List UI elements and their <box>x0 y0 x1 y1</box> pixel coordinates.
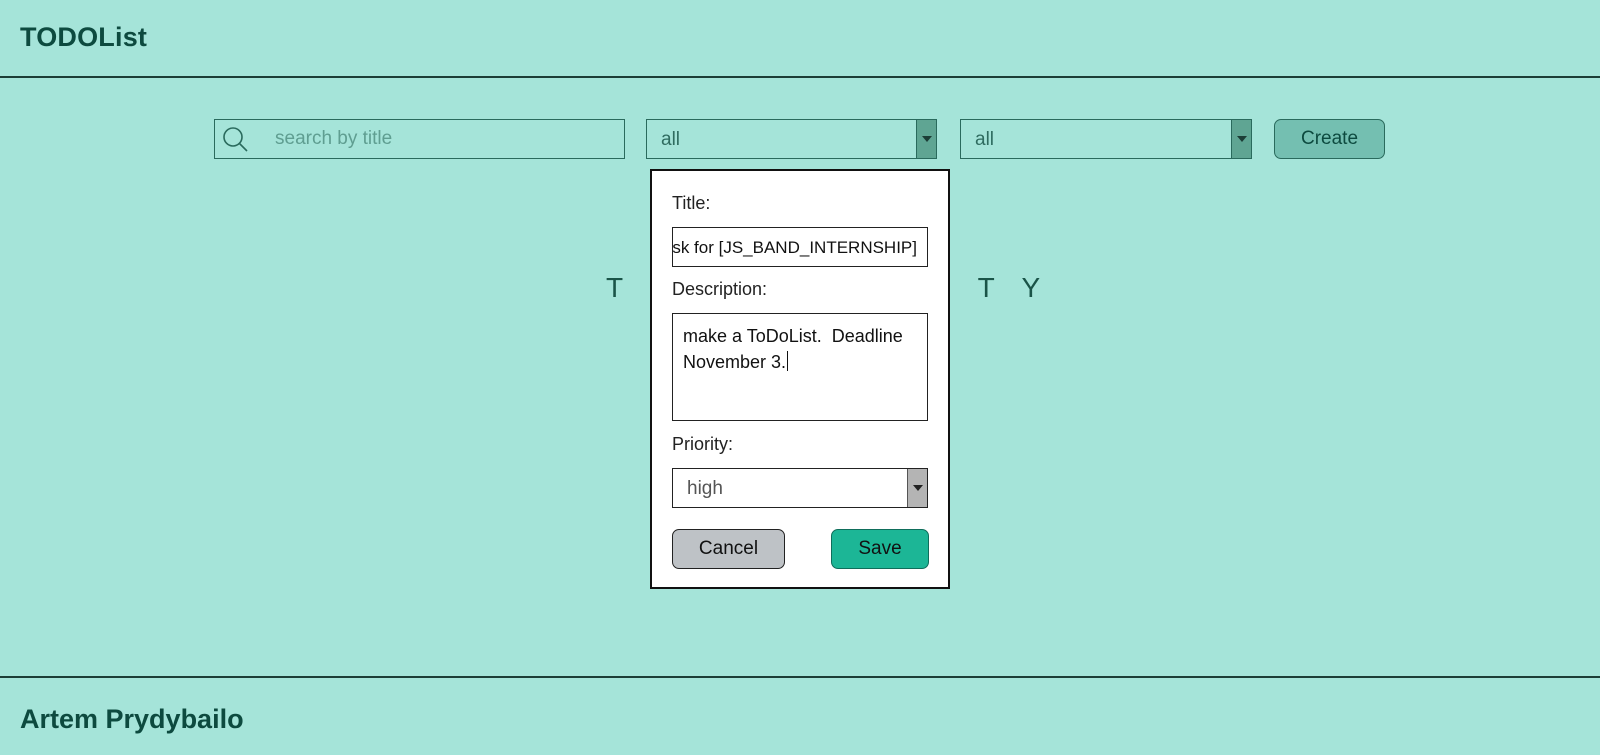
status-filter-value: all <box>661 129 681 150</box>
app-header: TODOList <box>0 0 1600 78</box>
priority-filter-value: all <box>975 129 995 150</box>
create-button[interactable]: Create <box>1274 119 1385 159</box>
description-label: Description: <box>672 279 768 299</box>
app-footer: Artem Prydybailo <box>0 676 1600 755</box>
cancel-button[interactable]: Cancel <box>672 529 785 569</box>
edit-task-modal: Title: ask for [JS_BAND_INTERNSHIP] Desc… <box>650 169 950 589</box>
empty-list-message-right: T Y <box>977 272 1051 303</box>
title-input[interactable]: ask for [JS_BAND_INTERNSHIP] <box>672 227 928 267</box>
search-input[interactable] <box>275 120 615 158</box>
search-box[interactable] <box>214 119 625 159</box>
priority-label: Priority: <box>672 434 734 454</box>
title-label: Title: <box>672 193 711 213</box>
status-filter-select[interactable]: all <box>646 119 937 159</box>
chevron-down-icon[interactable] <box>907 469 927 507</box>
text-caret <box>787 351 789 371</box>
description-textarea[interactable]: make a ToDoList. Deadline November 3. <box>672 313 928 421</box>
description-value: make a ToDoList. Deadline November 3. <box>683 326 908 372</box>
title-input-value: ask for [JS_BAND_INTERNSHIP] <box>672 238 917 257</box>
chevron-down-icon[interactable] <box>916 120 936 158</box>
app-title: TODOList <box>20 22 148 52</box>
save-button[interactable]: Save <box>831 529 929 569</box>
search-icon <box>223 127 248 152</box>
priority-select[interactable]: high <box>672 468 928 508</box>
chevron-down-icon[interactable] <box>1231 120 1251 158</box>
priority-select-value: high <box>687 478 723 499</box>
author-name: Artem Prydybailo <box>20 704 244 734</box>
priority-filter-select[interactable]: all <box>960 119 1252 159</box>
